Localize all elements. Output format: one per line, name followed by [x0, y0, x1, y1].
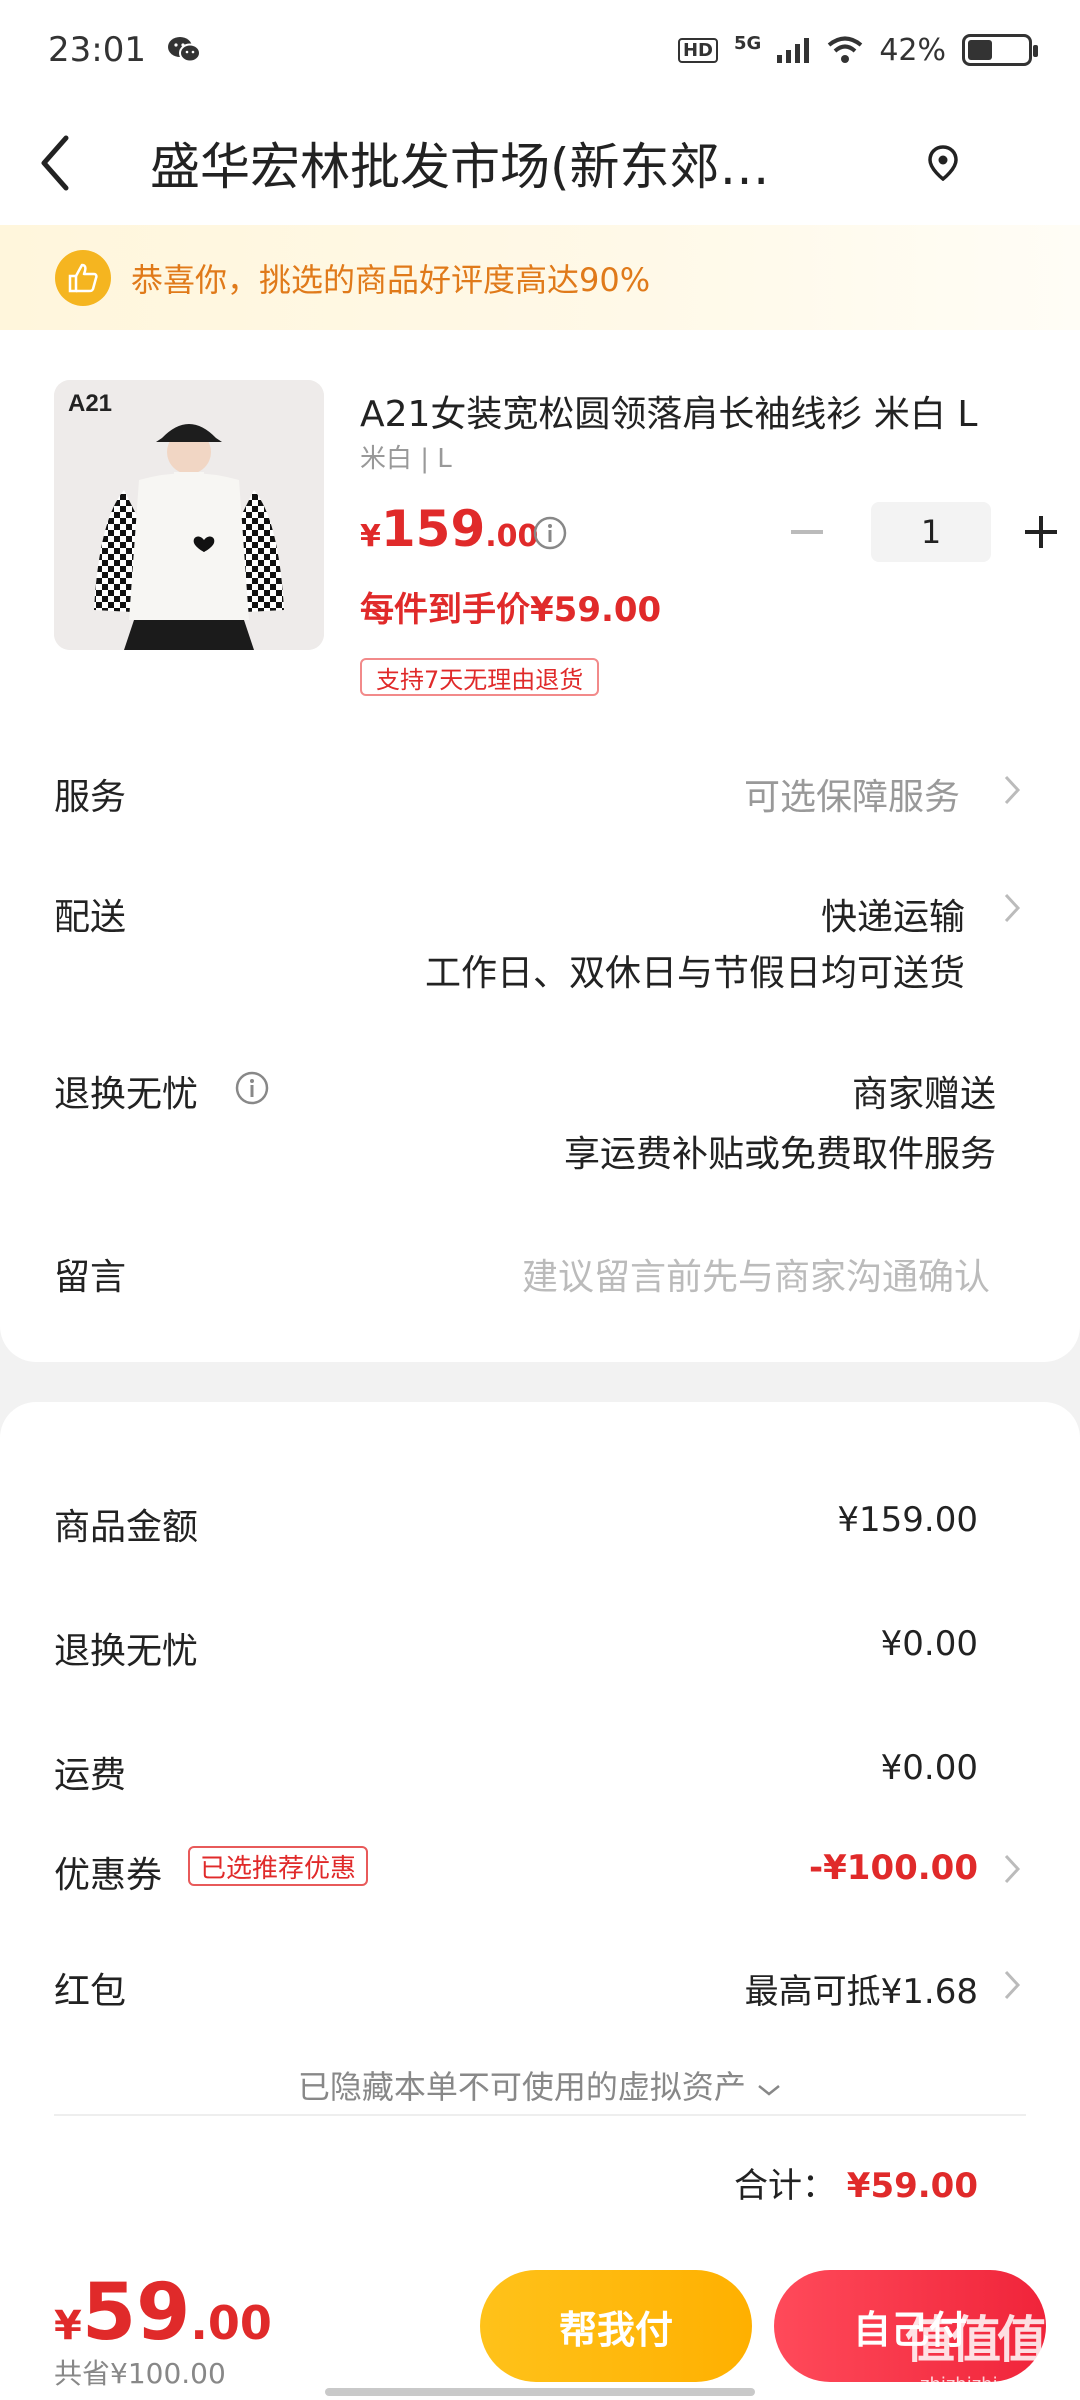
product-sku: 米白 | L: [360, 444, 452, 474]
service-value[interactable]: 可选保障服务: [744, 768, 960, 820]
chevron-right-icon: [1004, 1854, 1021, 1884]
redpacket-value[interactable]: 最高可抵¥1.68: [745, 1964, 978, 2013]
product-photo: [54, 380, 324, 650]
plus-icon: [1025, 516, 1057, 548]
pay-price-decimal: .00: [190, 2296, 272, 2350]
product-title: A21女装宽松圆领落肩长袖线衫 米白 L: [360, 394, 978, 435]
status-bar: 23:01 HD 5G 42%: [0, 0, 1080, 100]
battery-level: [968, 40, 993, 60]
goods-amount-label: 商品金额: [54, 1507, 199, 1548]
return-service-label: 退换无忧: [54, 1074, 199, 1115]
thumbs-up-icon: [55, 249, 111, 306]
coupon-label: 优惠券: [54, 1855, 163, 1896]
total-value: ¥59.00: [846, 2166, 978, 2206]
watermark-logo: 值值值: [905, 2311, 1047, 2369]
pay-price-symbol: ¥: [54, 2303, 82, 2349]
watermark-url: zhizhizhi.com: [920, 2374, 1042, 2395]
back-button[interactable]: [0, 100, 110, 225]
checkout-bar: ¥ 59 .00 共省¥100.00 帮我付 自己付 值值值 zhizhizhi…: [0, 2252, 1080, 2400]
return-fee-label: 退换无忧: [54, 1631, 199, 1672]
price-symbol: ¥: [360, 519, 381, 554]
home-indicator: [325, 2388, 755, 2396]
chevron-right-icon: [1004, 1970, 1021, 2000]
hidden-assets-text: 已隐藏本单不可使用的虚拟资产: [297, 2068, 746, 2106]
order-total: 合计： ¥59.00: [734, 2158, 978, 2207]
battery-percent: 42%: [879, 32, 946, 68]
delivery-note: 工作日、双休日与节假日均可送货: [424, 953, 965, 994]
return-policy-tag: 支持7天无理由退货: [360, 658, 600, 696]
coupon-value[interactable]: -¥100.00: [809, 1848, 978, 1888]
location-pin-icon: [928, 144, 958, 181]
notice-text: 恭喜你，挑选的商品好评度高达90%: [131, 260, 651, 299]
order-card: A21 A21女装宽松圆领落肩长袖线衫 米白 L 米白 | L ¥ 159 .0…: [0, 330, 1080, 1362]
shipping-label: 运费: [54, 1755, 127, 1796]
redpacket-label: 红包: [54, 1971, 127, 2012]
nav-header: 盛华宏林批发市场(新东郊…: [0, 100, 1080, 225]
chevron-right-icon: [1004, 893, 1021, 923]
chevron-right-icon: [1004, 775, 1021, 805]
hd-badge: HD: [677, 37, 718, 63]
quantity-stepper: 1: [785, 502, 1063, 562]
delivery-label: 配送: [54, 897, 127, 938]
chevron-down-icon: [758, 2085, 780, 2096]
praise-notice: 恭喜你，挑选的商品好评度高达90%: [0, 225, 1080, 330]
minus-icon: [791, 530, 823, 534]
saved-amount: 共省¥100.00: [54, 2357, 226, 2390]
status-time: 23:01: [48, 30, 146, 70]
help-me-pay-button[interactable]: 帮我付: [480, 2270, 752, 2382]
shipping-value: ¥0.00: [880, 1748, 978, 1788]
page-title: 盛华宏林批发市场(新东郊…: [150, 137, 770, 196]
location-button[interactable]: [921, 141, 965, 185]
delivery-value[interactable]: 快递运输: [821, 888, 965, 940]
coupon-tag: 已选推荐优惠: [188, 1846, 369, 1886]
product-price: ¥ 159 .00: [360, 500, 538, 558]
price-integer: 159: [380, 500, 486, 558]
divider: [54, 2114, 1026, 2116]
signal-icon: [777, 38, 810, 63]
price-info-icon[interactable]: [532, 515, 568, 551]
service-label: 服务: [54, 777, 127, 818]
product-brand-logo: A21: [68, 390, 113, 417]
price-summary-card: 商品金额 ¥159.00 退换无忧 ¥0.00 运费 ¥0.00 优惠券 已选推…: [0, 1402, 1080, 2252]
pay-price-integer: 59: [81, 2268, 191, 2358]
return-service-note: 享运费补贴或免费取件服务: [563, 1134, 996, 1175]
message-label: 留言: [54, 1257, 127, 1298]
increase-button[interactable]: [1019, 502, 1063, 562]
quantity-value[interactable]: 1: [871, 502, 991, 562]
price-decimal: .00: [485, 519, 539, 554]
hidden-assets-toggle[interactable]: 已隐藏本单不可使用的虚拟资产: [0, 2062, 1080, 2108]
goods-amount-value: ¥159.00: [837, 1500, 978, 1540]
return-service-value: 商家赠送: [851, 1074, 996, 1115]
product-image[interactable]: A21: [54, 380, 324, 650]
battery-icon: [962, 34, 1038, 66]
decrease-button[interactable]: [785, 502, 829, 562]
wechat-icon: [167, 37, 201, 63]
return-info-icon[interactable]: [234, 1070, 270, 1106]
per-item-price: 每件到手价¥59.00: [360, 590, 662, 630]
total-label: 合计：: [733, 2166, 836, 2206]
message-input[interactable]: 建议留言前先与商家沟通确认: [522, 1248, 990, 1300]
chevron-left-icon: [41, 135, 69, 190]
return-fee-value: ¥0.00: [880, 1624, 978, 1664]
network-type: 5G: [734, 32, 762, 54]
wifi-icon: [828, 36, 863, 63]
pay-price: ¥ 59 .00: [54, 2268, 272, 2358]
